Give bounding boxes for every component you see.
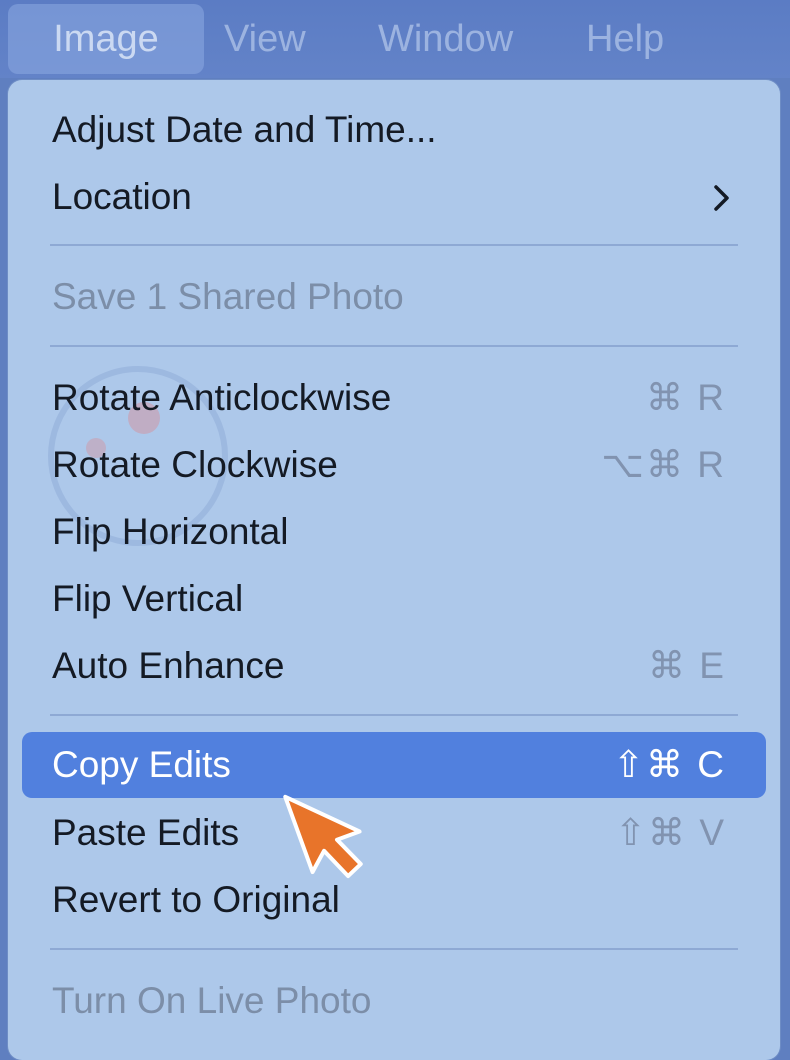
- menu-bar-item-window[interactable]: Window: [378, 0, 513, 78]
- menu-item-rotate-anticlockwise[interactable]: Rotate Anticlockwise ⌘ R: [22, 365, 766, 431]
- chevron-right-icon: [714, 185, 729, 211]
- menu-item-flip-vertical[interactable]: Flip Vertical: [22, 566, 766, 632]
- menu-item-label: Location: [52, 176, 192, 217]
- menu-item-auto-enhance[interactable]: Auto Enhance ⌘ E: [22, 633, 766, 699]
- menu-item-label: Flip Horizontal: [52, 511, 289, 552]
- menu-item-label: Copy Edits: [52, 744, 231, 785]
- menu-item-label: Auto Enhance: [52, 645, 285, 686]
- menu-item-adjust-date[interactable]: Adjust Date and Time...: [22, 97, 766, 163]
- keyboard-shortcut: ⌥⌘ R: [601, 444, 726, 485]
- menu-item-label: Save 1 Shared Photo: [52, 276, 404, 317]
- menu-separator: [50, 345, 738, 347]
- menu-item-save-shared-photo: Save 1 Shared Photo: [22, 264, 766, 330]
- menu-item-location[interactable]: Location: [22, 164, 766, 230]
- keyboard-shortcut: ⌘ R: [646, 377, 726, 418]
- menu-item-label: Rotate Clockwise: [52, 444, 338, 485]
- menu-item-label: Paste Edits: [52, 812, 240, 853]
- menu-bar-item-view[interactable]: View: [224, 0, 306, 78]
- menu-bar-item-image[interactable]: Image: [8, 4, 204, 74]
- menu-item-label: Flip Vertical: [52, 578, 244, 619]
- menu-separator: [50, 948, 738, 950]
- menu-item-turn-on-live-photo: Turn On Live Photo: [22, 968, 766, 1034]
- arrow-cursor-icon: [283, 794, 363, 879]
- menu-item-rotate-clockwise[interactable]: Rotate Clockwise ⌥⌘ R: [22, 432, 766, 498]
- menu-item-flip-horizontal[interactable]: Flip Horizontal: [22, 499, 766, 565]
- menu-item-paste-edits[interactable]: Paste Edits ⇧⌘ V: [22, 800, 766, 866]
- menu-separator: [50, 244, 738, 246]
- menu-item-revert-to-original[interactable]: Revert to Original: [22, 867, 766, 933]
- menu-bar-item-help[interactable]: Help: [586, 0, 664, 78]
- menu-item-copy-edits[interactable]: Copy Edits ⇧⌘ C: [22, 732, 766, 798]
- menu-item-label: Turn On Live Photo: [52, 980, 372, 1021]
- menu-bar: Image View Window Help: [0, 0, 790, 78]
- menu-item-label: Adjust Date and Time...: [52, 109, 437, 150]
- keyboard-shortcut: ⌘ E: [648, 645, 726, 686]
- image-dropdown-menu: Adjust Date and Time... Location Save 1 …: [8, 80, 780, 1060]
- menu-separator: [50, 714, 738, 716]
- keyboard-shortcut: ⇧⌘ V: [615, 812, 726, 853]
- keyboard-shortcut: ⇧⌘ C: [612, 744, 726, 785]
- menu-item-label: Rotate Anticlockwise: [52, 377, 392, 418]
